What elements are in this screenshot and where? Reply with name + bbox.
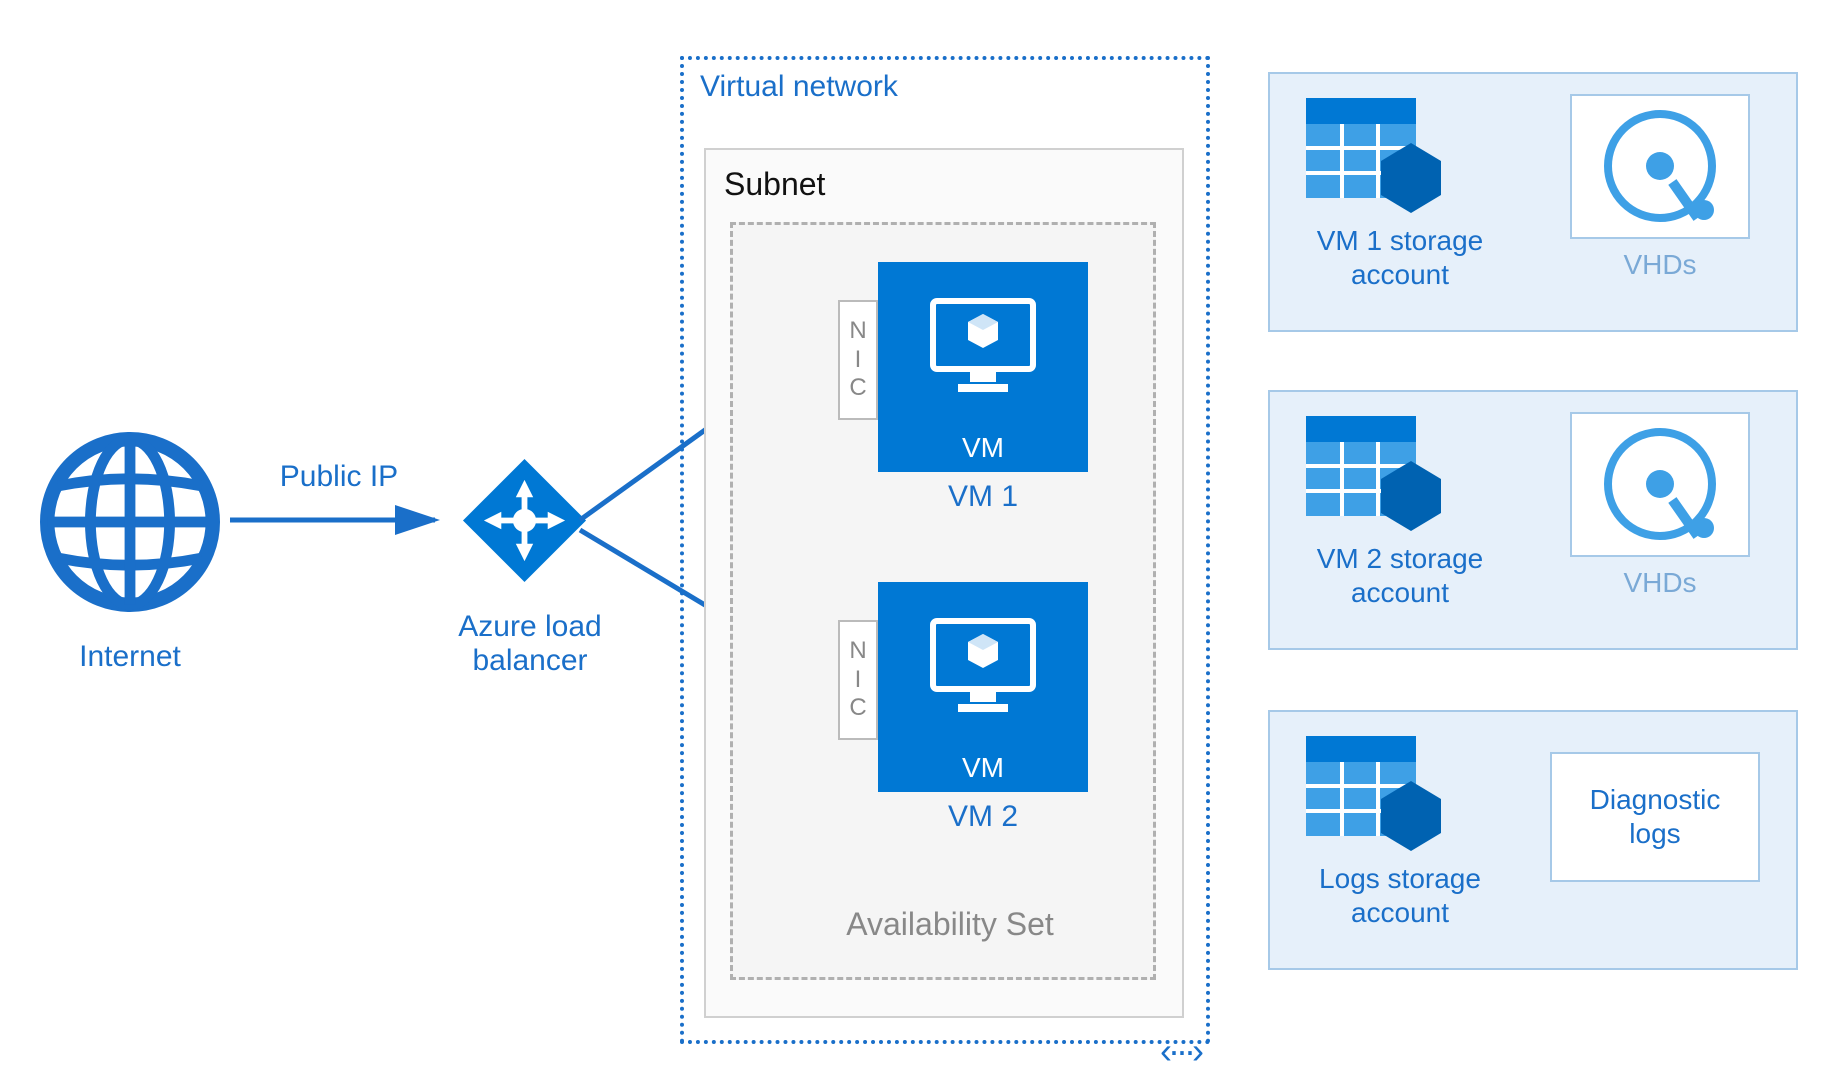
vm-box-1: VM	[878, 262, 1088, 472]
vhd-label-1: VHDs	[1570, 249, 1750, 281]
vm-box-2: VM	[878, 582, 1088, 792]
nic-vm1: N I C	[838, 300, 878, 420]
storage-account-icon	[1306, 416, 1451, 546]
diagram-canvas: Internet Public IP Azure load balancer V…	[0, 0, 1846, 1062]
public-ip-label: Public IP	[254, 460, 424, 494]
storage-label-vm2: VM 2 storage account	[1280, 542, 1520, 609]
vm-monitor-icon	[928, 616, 1038, 716]
diagnostic-logs-box: Diagnostic logs	[1550, 752, 1760, 882]
internet-icon	[40, 432, 220, 612]
vm1-label: VM 1	[878, 480, 1088, 514]
nic-label-1: N	[849, 317, 866, 346]
internet-label: Internet	[30, 640, 230, 674]
storage-label-vm1: VM 1 storage account	[1280, 224, 1520, 291]
vm-box-label-2: VM	[878, 752, 1088, 784]
storage-account-icon	[1306, 98, 1451, 228]
storage-panel-logs: Logs storage account Diagnostic logs	[1268, 710, 1798, 970]
nic-vm2: N I C	[838, 620, 878, 740]
diagnostic-logs-label: Diagnostic logs	[1590, 783, 1721, 850]
storage-panel-vm2: VM 2 storage account VHDs	[1268, 390, 1798, 650]
availability-set-label: Availability Set	[800, 906, 1100, 943]
vm2-label: VM 2	[878, 800, 1088, 834]
vhd-disk-icon	[1572, 96, 1748, 237]
storage-panel-vm1: VM 1 storage account VHDs	[1268, 72, 1798, 332]
vhd-box-1	[1570, 94, 1750, 239]
vhd-label-2: VHDs	[1570, 567, 1750, 599]
expand-handle-icon[interactable]: ‹···›	[1160, 1030, 1200, 1072]
nic-label-2: N	[849, 637, 866, 666]
storage-account-icon	[1306, 736, 1451, 866]
vhd-disk-icon	[1572, 414, 1748, 555]
vhd-box-2	[1570, 412, 1750, 557]
virtual-network-label: Virtual network	[700, 70, 898, 104]
vm-monitor-icon	[928, 296, 1038, 396]
vm-box-label-1: VM	[878, 432, 1088, 464]
load-balancer-icon	[452, 448, 597, 593]
subnet-label: Subnet	[724, 166, 825, 203]
arrow-internet-to-lb	[230, 500, 450, 540]
storage-label-logs: Logs storage account	[1280, 862, 1520, 929]
